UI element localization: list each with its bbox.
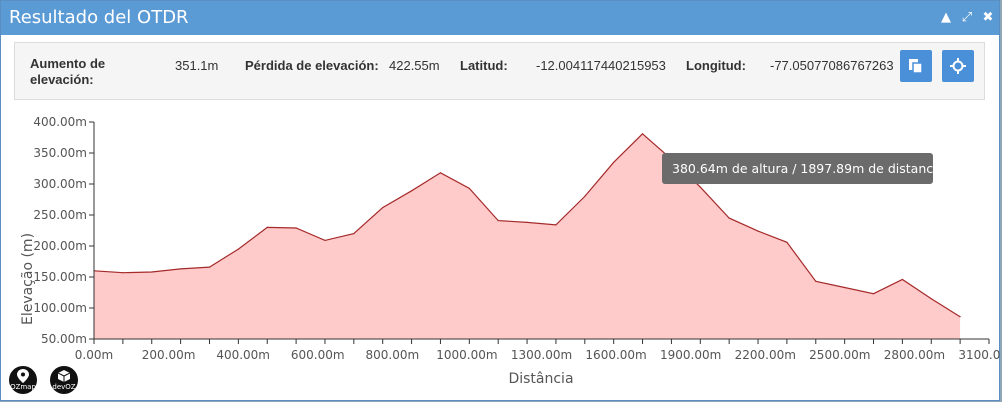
x-tick-label: 3100.00m (958, 348, 1001, 362)
ozmap-logo-text: OZmap (10, 383, 36, 391)
latitude-label: Latitud: (460, 58, 508, 73)
elevation-gain-label: Aumento de elevación: (30, 56, 106, 87)
y-tick-label: 200.00m (33, 239, 87, 253)
data-point (122, 272, 124, 274)
window-titlebar[interactable]: Resultado del OTDR ▲ ⤢ ✖ (1, 1, 999, 35)
y-tick-label: 300.00m (33, 177, 87, 191)
data-point (844, 286, 846, 289)
data-point (555, 224, 557, 226)
x-tick-label: 2200.00m (735, 348, 796, 362)
elevation-info-panel: Aumento de elevación: 351.1m Pérdida de … (14, 42, 985, 100)
y-tick-label: 50.00m (41, 332, 87, 346)
y-tick-label: 150.00m (33, 270, 87, 284)
x-tick-label: 200.00m (142, 348, 196, 362)
chart-tooltip: 380.64m de altura / 1897.89m de distanci… (662, 153, 944, 184)
longitude-value: -77.05077086767263 (770, 58, 894, 73)
x-tick-label: 2800.00m (884, 348, 945, 362)
dev-oz-logo[interactable]: devOZ (48, 364, 80, 396)
data-point (641, 133, 644, 135)
data-point (439, 172, 442, 174)
copy-icon (909, 59, 923, 74)
data-point (613, 161, 615, 163)
data-point (180, 268, 182, 270)
data-point (295, 227, 297, 229)
cube-icon (57, 370, 71, 382)
y-tick-label: 100.00m (33, 301, 87, 315)
y-axis-label: Elevação (m) (20, 233, 36, 325)
x-axis-label: Distância (508, 371, 573, 387)
data-point (468, 187, 470, 189)
data-point (728, 217, 730, 219)
data-point (901, 278, 904, 281)
elevation-gain-value: 351.1m (175, 58, 219, 73)
data-point (497, 220, 499, 222)
y-tick-label: 400.00m (33, 115, 87, 129)
copy-button[interactable] (900, 50, 932, 82)
data-point (584, 195, 586, 197)
x-tick-label: 1000.00m (436, 348, 497, 362)
locate-button[interactable] (942, 50, 974, 82)
close-icon[interactable]: ✖ (980, 10, 996, 26)
x-tick-label: 400.00m (216, 348, 270, 362)
ozmap-logo[interactable]: OZmap (7, 364, 39, 396)
x-tick-label: 1300.00m (511, 348, 572, 362)
data-point (353, 233, 355, 235)
y-tick-label: 350.00m (33, 146, 87, 160)
x-tick-label: 2500.00m (809, 348, 870, 362)
data-point (959, 316, 961, 318)
data-point (872, 293, 875, 295)
data-point (699, 186, 701, 188)
window-title: Resultado del OTDR (9, 7, 189, 28)
elevation-profile-chart: 50.00m 100.00m 150.00m 200.00m 250.00m 300.00… (20, 115, 1001, 387)
otdr-result-window: Resultado del OTDR ▲ ⤢ ✖ Aumento de elev… (0, 0, 1001, 401)
data-point (208, 266, 211, 268)
data-point (815, 280, 817, 282)
x-tick-label: 1600.00m (585, 348, 646, 362)
map-pin-icon (17, 369, 29, 383)
minimize-icon[interactable]: ▲ (938, 10, 954, 26)
data-point (526, 221, 528, 223)
data-point (266, 226, 268, 228)
data-point (757, 230, 759, 232)
longitude-label: Longitud: (686, 58, 746, 73)
latitude-value: -12.004117440215953 (536, 58, 666, 73)
data-point (930, 298, 932, 300)
data-point (324, 239, 326, 241)
x-tick-label: 0.00m (75, 348, 113, 362)
x-tick-label: 1900.00m (660, 348, 721, 362)
dev-oz-logo-text: devOZ (52, 383, 76, 391)
data-point (382, 207, 384, 209)
data-point (411, 190, 413, 192)
elevation-loss-label: Pérdida de elevación: (245, 58, 379, 73)
data-point (237, 248, 239, 250)
data-point (151, 271, 153, 273)
maximize-icon[interactable]: ⤢ (959, 10, 975, 26)
y-tick-label: 250.00m (33, 208, 87, 222)
elevation-loss-value: 422.55m (389, 58, 440, 73)
crosshair-icon (950, 58, 966, 74)
x-tick-label: 600.00m (291, 348, 345, 362)
tooltip-text: 380.64m de altura / 1897.89m de distanci… (672, 161, 944, 176)
data-point (786, 241, 788, 243)
x-tick-label: 800.00m (365, 348, 419, 362)
